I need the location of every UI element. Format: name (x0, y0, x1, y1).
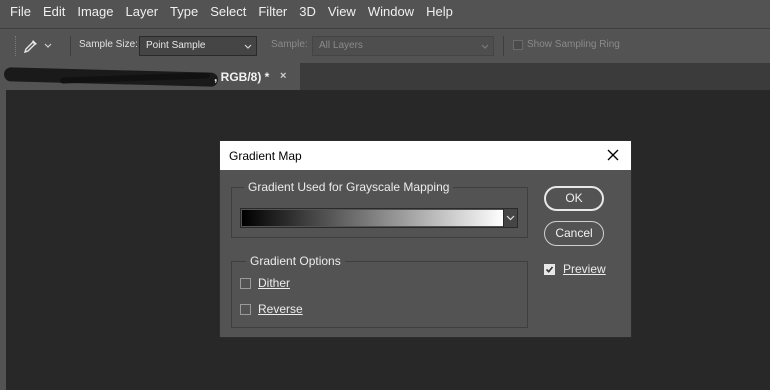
sample-value: All Layers (319, 40, 363, 51)
close-icon[interactable]: × (280, 70, 286, 82)
chevron-down-icon (244, 37, 252, 62)
eyedropper-icon (22, 37, 40, 55)
show-sampling-ring-checkbox[interactable] (513, 40, 523, 50)
gradient-options-label: Gradient Options (246, 254, 345, 268)
preview-label[interactable]: Preview (563, 262, 606, 276)
menu-image[interactable]: Image (71, 0, 119, 24)
menu-edit[interactable]: Edit (37, 0, 71, 24)
menu-type[interactable]: Type (164, 0, 204, 24)
options-bar-grip[interactable] (15, 36, 18, 56)
photoshop-window: File Edit Image Layer Type Select Filter… (0, 0, 770, 390)
chevron-down-icon (504, 214, 517, 231)
ok-button[interactable]: OK (544, 186, 604, 211)
menu-view[interactable]: View (322, 0, 362, 24)
reverse-text: Reverse (258, 302, 303, 316)
sample-select[interactable]: All Layers (312, 36, 494, 56)
document-tab-bar: , RGB/8) * × (0, 63, 770, 90)
gradient-preview[interactable] (242, 210, 504, 226)
menu-window[interactable]: Window (362, 0, 420, 24)
preview-checkbox[interactable] (544, 264, 555, 275)
gradient-options-group (231, 261, 528, 328)
sample-size-label: Sample Size: (79, 39, 138, 50)
dither-text: Dither (258, 276, 291, 290)
preview-text: Preview (563, 262, 606, 276)
chevron-down-icon (481, 37, 489, 62)
document-tab-title: , RGB/8) * (214, 70, 270, 84)
cancel-button[interactable]: Cancel (544, 221, 604, 246)
sample-size-value: Point Sample (146, 40, 206, 51)
document-tab[interactable]: , RGB/8) * × (0, 63, 300, 90)
menu-help[interactable]: Help (420, 0, 459, 24)
dither-label[interactable]: Dither (258, 276, 290, 290)
menu-file[interactable]: File (0, 0, 37, 24)
sample-size-select[interactable]: Point Sample (139, 36, 257, 56)
reverse-label[interactable]: Reverse (258, 302, 303, 316)
options-bar: Sample Size: Point Sample Sample: All La… (0, 28, 770, 64)
dialog-titlebar[interactable]: Gradient Map (220, 141, 631, 170)
show-sampling-ring-label: Show Sampling Ring (527, 39, 620, 50)
dialog-title: Gradient Map (229, 149, 302, 163)
menu-3d[interactable]: 3D (293, 0, 322, 24)
divider (70, 36, 71, 56)
checkmark-icon (545, 266, 554, 273)
menu-layer[interactable]: Layer (120, 0, 165, 24)
gradient-dropdown-button[interactable] (503, 209, 517, 227)
menu-filter[interactable]: Filter (252, 0, 293, 24)
tool-preset-picker[interactable] (22, 35, 64, 57)
gradient-picker[interactable] (240, 208, 518, 228)
dither-checkbox[interactable] (240, 278, 251, 289)
chevron-down-icon (44, 43, 52, 49)
close-icon[interactable] (605, 147, 621, 163)
gradient-group-label: Gradient Used for Grayscale Mapping (244, 180, 454, 194)
menu-select[interactable]: Select (204, 0, 252, 24)
reverse-checkbox[interactable] (240, 304, 251, 315)
sample-label: Sample: (271, 39, 308, 50)
menu-bar: File Edit Image Layer Type Select Filter… (0, 0, 770, 24)
divider (503, 36, 504, 56)
